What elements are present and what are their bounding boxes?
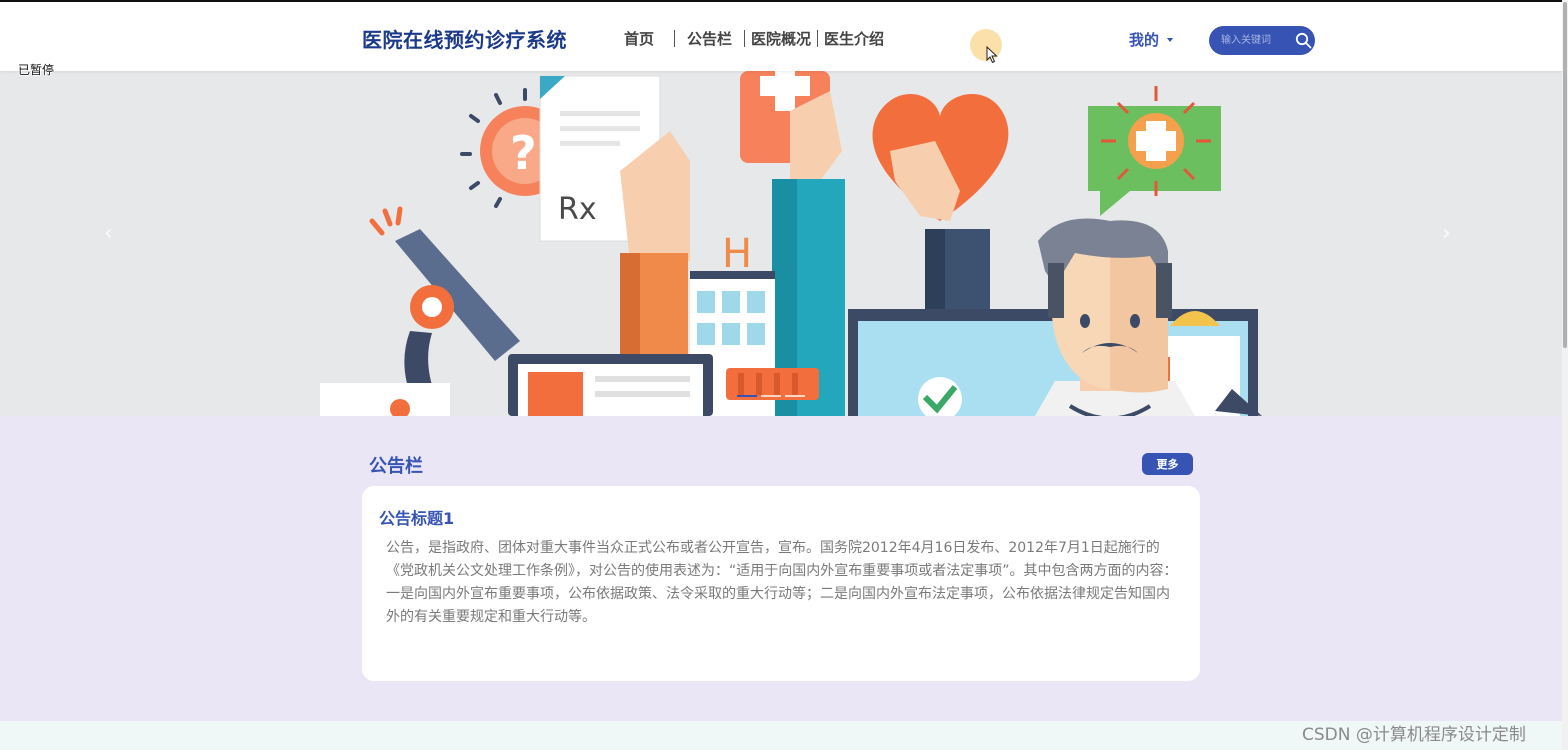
- my-account-menu[interactable]: 我的: [1129, 29, 1174, 50]
- medical-illustration: ? Rx H: [320, 71, 1262, 416]
- laptop-icon: [508, 354, 713, 416]
- site-header: 医院在线预约诊疗系统 首页 公告栏 医院概况 医生介绍 我的: [0, 2, 1562, 71]
- search-box: [1209, 26, 1315, 55]
- section-title: 公告栏: [369, 456, 423, 477]
- notice-card[interactable]: 公告标题1 公告，是指政府、团体对重大事件当众正式公布或者公开宣告，宣布。国务院…: [362, 486, 1200, 681]
- svg-text:?: ?: [510, 126, 537, 180]
- watermark: CSDN @计算机程序设计定制: [1302, 725, 1526, 745]
- notice-title[interactable]: 公告标题1: [379, 505, 454, 529]
- hero-carousel: ? Rx H ‹ ›: [0, 71, 1562, 416]
- svg-text:H: H: [722, 231, 752, 277]
- medical-chat-icon: [1088, 86, 1221, 216]
- search-input[interactable]: [1219, 34, 1289, 47]
- page-scrollbar[interactable]: [1562, 0, 1568, 750]
- svg-text:Rx: Rx: [558, 192, 597, 227]
- more-button[interactable]: 更多: [1142, 453, 1193, 475]
- carousel-indicator[interactable]: [737, 395, 757, 397]
- nav-item-doctors[interactable]: 医生介绍: [818, 28, 890, 49]
- notice-section: 公告栏 更多 公告标题1 公告，是指政府、团体对重大事件当众正式公布或者公开宣告…: [0, 416, 1562, 721]
- paused-indicator: 已暂停: [18, 63, 55, 77]
- nav-item-notices[interactable]: 公告栏: [675, 28, 744, 49]
- carousel-indicator[interactable]: [761, 395, 781, 397]
- carousel-next-button[interactable]: ›: [1442, 221, 1451, 246]
- site-title[interactable]: 医院在线预约诊疗系统: [362, 24, 567, 53]
- carousel-indicators: [737, 395, 805, 397]
- doctor-icon: [1035, 218, 1195, 416]
- carousel-prev-button[interactable]: ‹: [104, 221, 113, 246]
- nav-item-home[interactable]: 首页: [612, 28, 674, 49]
- main-nav: 首页 公告栏 医院概况 医生介绍: [612, 28, 890, 49]
- scrollbar-thumb[interactable]: [1563, 2, 1567, 348]
- search-icon[interactable]: [1295, 32, 1312, 49]
- mouse-cursor-icon: [986, 46, 998, 64]
- notice-body: 公告，是指政府、团体对重大事件当众正式公布或者公开宣告，宣布。国务院2012年4…: [386, 540, 1178, 625]
- nav-item-hospital-overview[interactable]: 医院概况: [745, 28, 817, 49]
- my-account-label: 我的: [1129, 31, 1160, 49]
- caret-down-icon: [1167, 37, 1174, 42]
- carousel-indicator[interactable]: [785, 395, 805, 397]
